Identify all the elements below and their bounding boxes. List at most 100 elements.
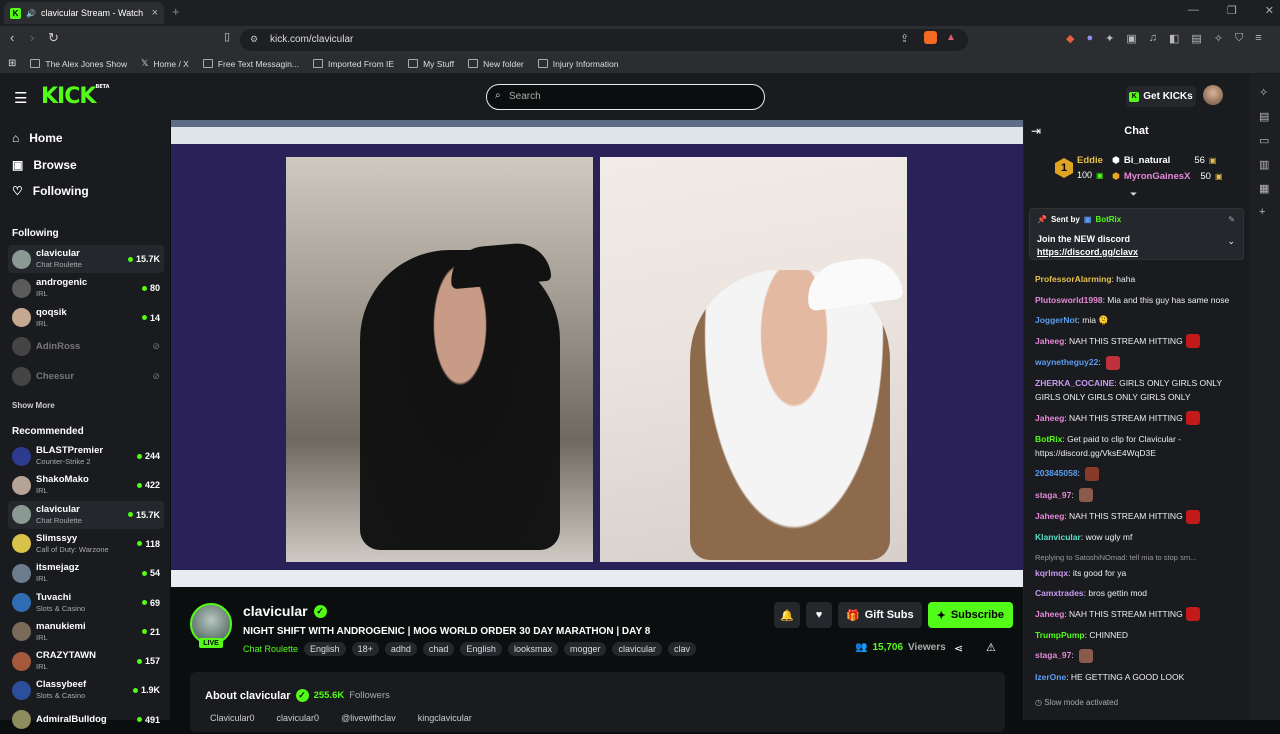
channel-name[interactable]: clavicular ✓ (243, 603, 327, 619)
chat-message[interactable]: ProfessorAlarming: haha (1035, 272, 1235, 286)
tag-chip[interactable]: 18+ (351, 642, 379, 656)
minimize-icon[interactable]: — (1188, 4, 1199, 17)
chat-message[interactable]: Plutosworld1998: Mia and this guy has sa… (1035, 293, 1235, 307)
bookmark-item[interactable]: Free Text Messagin... (202, 59, 299, 69)
bookmark-folder[interactable]: Imported From IE (312, 59, 394, 69)
channel-item[interactable]: CRAZYTAWN IRL 157 (8, 647, 164, 675)
leo-ai-icon[interactable]: ✧ (1214, 32, 1223, 45)
tag-chip[interactable]: mogger (563, 642, 607, 656)
nav-browse[interactable]: ▣ Browse (12, 158, 77, 172)
notes-icon[interactable]: ▥ (1259, 158, 1269, 171)
chat-username[interactable]: kqrlmqx (1035, 568, 1068, 578)
channel-item[interactable]: clavicular Chat Roulette 15.7K (8, 500, 164, 529)
tag-chip[interactable]: looksmax (507, 642, 558, 656)
channel-item[interactable]: Classybeef Slots & Casino 1.9K (8, 676, 164, 704)
vpn-icon[interactable]: ⛉ (1235, 32, 1243, 45)
pinned-link[interactable]: https://discord.gg/clavx (1037, 246, 1138, 259)
tag-chip[interactable]: English (460, 642, 502, 656)
channel-item[interactable]: ShakoMako IRL 422 (8, 471, 164, 499)
kick-logo[interactable]: KICKBETA (41, 84, 110, 109)
search-input[interactable]: ⌕ Search (486, 84, 765, 110)
channel-item[interactable]: Cheesur ⊘ (8, 362, 164, 390)
chat-username[interactable]: IzerOne (1035, 672, 1066, 682)
bookmark-item[interactable]: The Alex Jones Show (30, 59, 127, 69)
chat-username[interactable]: staga_97 (1035, 490, 1071, 500)
extensions-icon[interactable]: ✦ (1105, 32, 1114, 45)
bookmark-folder[interactable]: My Stuff (408, 59, 454, 69)
chat-username[interactable]: Jaheeg (1035, 609, 1064, 619)
tag-chip[interactable]: clav (668, 642, 697, 656)
extension-cloud-icon[interactable]: ● (1086, 32, 1093, 45)
chat-username[interactable]: Camxtrades (1035, 588, 1084, 598)
chat-message[interactable]: Replying to SatoshiNOmad: tell mia to st… (1035, 551, 1235, 580)
sidebar-toggle-icon[interactable]: ◧ (1169, 32, 1179, 45)
bookmark-icon[interactable]: ▯ (224, 30, 230, 43)
chat-message[interactable]: Jaheeg: NAH THIS STREAM HITTING (1035, 607, 1235, 622)
bookmark-item[interactable]: 𝕏 Home / X (141, 58, 189, 69)
leaderboard-entry[interactable]: ⬢ Bi_natural 56 ▣ (1112, 155, 1216, 166)
channel-item[interactable]: Tuvachi Slots & Casino 69 (8, 589, 164, 617)
leo-icon[interactable]: ✧ (1259, 86, 1268, 99)
chat-username[interactable]: Jaheeg (1035, 511, 1064, 521)
category-link[interactable]: Chat Roulette (243, 644, 298, 654)
chat-message[interactable]: 203845058: (1035, 466, 1235, 481)
chat-message[interactable]: TrumpPump: CHINNED (1035, 628, 1235, 642)
chat-username[interactable]: Klanvicular (1035, 532, 1081, 542)
user-avatar[interactable] (1203, 85, 1223, 105)
close-window-icon[interactable]: ✕ (1265, 4, 1274, 17)
x-link[interactable]: clavicular0 (277, 713, 320, 723)
channel-item[interactable]: BLASTPremier Counter-Strike 2 244 (8, 442, 164, 470)
bookmark-folder[interactable]: Injury Information (537, 59, 618, 69)
restore-icon[interactable]: ❐ (1227, 4, 1237, 17)
chat-username[interactable]: Jaheeg (1035, 413, 1064, 423)
leaderboard-entry[interactable]: ⬢ MyronGainesX 50 ▣ (1112, 171, 1223, 182)
chevron-down-icon[interactable]: ⌄ (1227, 236, 1235, 247)
channel-item[interactable]: qoqsik IRL 14 (8, 304, 164, 332)
subscribe-button[interactable]: ✦ Subscribe (927, 602, 1013, 628)
new-tab-button[interactable]: + (172, 4, 180, 19)
share-icon[interactable]: ⋖ (954, 642, 963, 655)
speaker-icon[interactable]: 🔊 (26, 9, 36, 18)
youtube-link[interactable]: @livewithclav (341, 713, 396, 723)
chat-message[interactable]: Jaheeg: NAH THIS STREAM HITTING (1035, 411, 1235, 426)
chat-message[interactable]: Camxtrades: bros gettin mod (1035, 586, 1235, 600)
apps-grid-icon[interactable]: ⊞ (8, 58, 16, 69)
chat-username[interactable]: waynetheguy22 (1035, 357, 1098, 367)
chat-message[interactable]: Jaheeg: NAH THIS STREAM HITTING (1035, 334, 1235, 349)
reading-list-icon[interactable]: ▦ (1259, 182, 1269, 195)
wallet-panel-icon[interactable]: ▤ (1259, 110, 1269, 123)
chat-username[interactable]: 203845058 (1035, 468, 1078, 478)
chat-username[interactable]: TrumpPump (1035, 630, 1085, 640)
bookmark-folder[interactable]: New folder (468, 59, 524, 69)
extension-fox-icon[interactable]: ◆ (1066, 32, 1074, 45)
site-info-icon[interactable]: ⚙ (250, 34, 258, 45)
rewards-icon[interactable]: ▲ (946, 32, 956, 43)
add-panel-icon[interactable]: + (1259, 206, 1265, 218)
leaderboard-entry[interactable]: Eddie (1077, 155, 1103, 166)
tag-chip[interactable]: English (304, 642, 346, 656)
pinned-message[interactable]: 📌 Sent by ▣ BotRix ✎ Join the NEW discord ht… (1029, 208, 1244, 260)
chat-message[interactable]: staga_97: (1035, 648, 1235, 663)
tag-chip[interactable]: clavicular (612, 642, 662, 656)
follow-button[interactable]: ♥ (806, 602, 832, 628)
chat-message[interactable]: waynetheguy22: (1035, 355, 1235, 370)
screenshot-icon[interactable]: ▣ (1126, 32, 1136, 45)
notification-bell-button[interactable]: 🔔 (774, 602, 800, 628)
chat-message[interactable]: Jaheeg: NAH THIS STREAM HITTING (1035, 509, 1235, 524)
browser-tab[interactable]: K 🔊 clavicular Stream - Watch Live × (4, 2, 164, 24)
tiktok-link[interactable]: kingclavicular (418, 713, 472, 723)
nav-home[interactable]: ⌂ Home (12, 131, 63, 145)
brave-shield-icon[interactable] (924, 31, 937, 44)
chat-message[interactable]: BotRix: Get paid to clip for Clavicular … (1035, 432, 1235, 460)
channel-item[interactable]: manukiemi IRL 21 (8, 618, 164, 646)
channel-item[interactable]: itsmejagz IRL 54 (8, 559, 164, 587)
chat-message[interactable]: Klanvicular: wow ugly mf (1035, 530, 1235, 544)
chat-message[interactable]: staga_97: (1035, 488, 1235, 503)
hamburger-menu-icon[interactable]: ☰ (14, 89, 27, 107)
instagram-link[interactable]: Clavicular0 (210, 713, 255, 723)
nav-following[interactable]: ♡ Following (12, 184, 89, 198)
chat-username[interactable]: JoggerNot (1035, 315, 1078, 325)
tag-chip[interactable]: adhd (384, 642, 417, 656)
channel-item[interactable]: Slimssyy Call of Duty: Warzone 118 (8, 530, 164, 558)
filter-icon[interactable]: ⏷ (1130, 189, 1137, 200)
